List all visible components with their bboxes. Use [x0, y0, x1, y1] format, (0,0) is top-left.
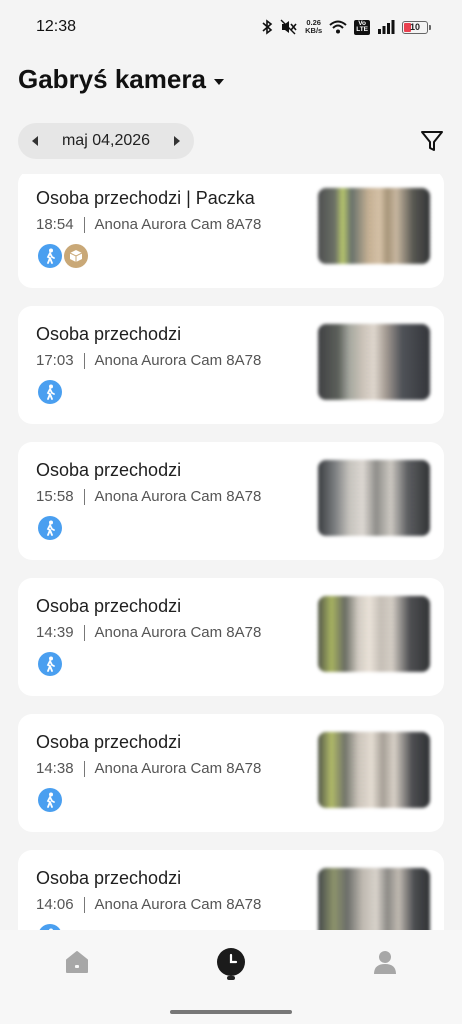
event-badges [38, 380, 62, 404]
event-card[interactable]: Osoba przechodzi | Paczka 18:54 Anona Au… [18, 174, 444, 288]
net-speed-unit: KB/s [305, 26, 323, 35]
event-thumbnail[interactable] [318, 460, 430, 536]
person-badge-icon [38, 652, 62, 676]
date-label[interactable]: maj 04,2026 [62, 132, 150, 150]
event-camera: Anona Aurora Cam 8A78 [94, 760, 262, 777]
person-badge-icon [38, 244, 62, 268]
nav-home[interactable] [57, 942, 97, 982]
person-badge-icon [38, 516, 62, 540]
separator [83, 352, 85, 369]
gesture-bar[interactable] [170, 1010, 292, 1014]
event-card[interactable]: Osoba przechodzi 14:06 Anona Aurora Cam … [18, 850, 444, 930]
event-meta: 18:54 Anona Aurora Cam 8A78 [36, 216, 261, 233]
event-meta: 14:39 Anona Aurora Cam 8A78 [36, 624, 261, 641]
event-card[interactable]: Osoba przechodzi 14:38 Anona Aurora Cam … [18, 714, 444, 832]
event-camera: Anona Aurora Cam 8A78 [94, 624, 262, 641]
date-picker: maj 04,2026 [18, 123, 194, 159]
event-title: Osoba przechodzi [36, 868, 182, 888]
event-thumbnail[interactable] [318, 596, 430, 672]
event-title: Osoba przechodzi [36, 324, 182, 344]
person-badge-icon [38, 788, 62, 812]
event-title: Osoba przechodzi [36, 732, 182, 752]
event-badges [38, 516, 62, 540]
event-camera: Anona Aurora Cam 8A78 [94, 352, 262, 369]
event-badges [38, 788, 62, 812]
net-speed: 0.26 KB/s [305, 19, 322, 35]
event-thumbnail[interactable] [318, 868, 430, 930]
event-list[interactable]: Osoba przechodzi | Paczka 18:54 Anona Au… [18, 174, 444, 930]
profile-icon [374, 951, 396, 974]
event-camera: Anona Aurora Cam 8A78 [94, 216, 262, 233]
separator [83, 896, 85, 913]
event-meta: 17:03 Anona Aurora Cam 8A78 [36, 352, 261, 369]
event-time: 14:39 [36, 624, 74, 641]
page-title: Gabryś kamera [18, 64, 206, 94]
volte-line2: LTE [356, 26, 368, 33]
event-title: Osoba przechodzi | Paczka [36, 188, 255, 208]
active-indicator [227, 976, 235, 980]
mute-icon [280, 19, 297, 35]
filter-icon[interactable] [418, 127, 446, 155]
bottom-nav [0, 930, 462, 1024]
history-icon [217, 948, 245, 976]
bluetooth-icon [262, 19, 273, 35]
event-meta: 14:06 Anona Aurora Cam 8A78 [36, 896, 261, 913]
volte-badge: Vo LTE [354, 19, 370, 35]
next-day-icon[interactable] [174, 136, 180, 146]
separator [83, 216, 85, 233]
nav-profile[interactable] [365, 942, 405, 982]
person-badge-icon [38, 380, 62, 404]
event-camera: Anona Aurora Cam 8A78 [94, 896, 262, 913]
separator [83, 624, 85, 641]
event-meta: 15:58 Anona Aurora Cam 8A78 [36, 488, 261, 505]
status-bar: 12:38 0.26 KB/s Vo LTE 10 [0, 0, 462, 54]
separator [83, 760, 85, 777]
event-thumbnail[interactable] [318, 732, 430, 808]
event-time: 17:03 [36, 352, 74, 369]
signal-icon [378, 20, 395, 34]
event-time: 18:54 [36, 216, 74, 233]
event-camera: Anona Aurora Cam 8A78 [94, 488, 262, 505]
caret-down-icon [213, 78, 224, 85]
event-title: Osoba przechodzi [36, 596, 182, 616]
event-title: Osoba przechodzi [36, 460, 182, 480]
event-badges [38, 652, 62, 676]
previous-day-icon[interactable] [32, 136, 38, 146]
status-time: 12:38 [36, 18, 77, 35]
battery-icon: 10 [402, 20, 431, 34]
event-card[interactable]: Osoba przechodzi 14:39 Anona Aurora Cam … [18, 578, 444, 696]
event-thumbnail[interactable] [318, 324, 430, 400]
wifi-icon [329, 20, 347, 34]
event-badges [38, 244, 88, 268]
battery-level: 10 [409, 22, 420, 32]
event-time: 15:58 [36, 488, 74, 505]
event-card[interactable]: Osoba przechodzi 15:58 Anona Aurora Cam … [18, 442, 444, 560]
event-time: 14:38 [36, 760, 74, 777]
event-time: 14:06 [36, 896, 74, 913]
package-badge-icon [64, 244, 88, 268]
status-icons: 0.26 KB/s Vo LTE 10 [261, 19, 431, 35]
camera-selector[interactable]: Gabryś kamera [18, 64, 224, 95]
event-card[interactable]: Osoba przechodzi 17:03 Anona Aurora Cam … [18, 306, 444, 424]
home-icon [66, 951, 88, 973]
separator [83, 488, 85, 505]
event-thumbnail[interactable] [318, 188, 430, 264]
event-meta: 14:38 Anona Aurora Cam 8A78 [36, 760, 261, 777]
